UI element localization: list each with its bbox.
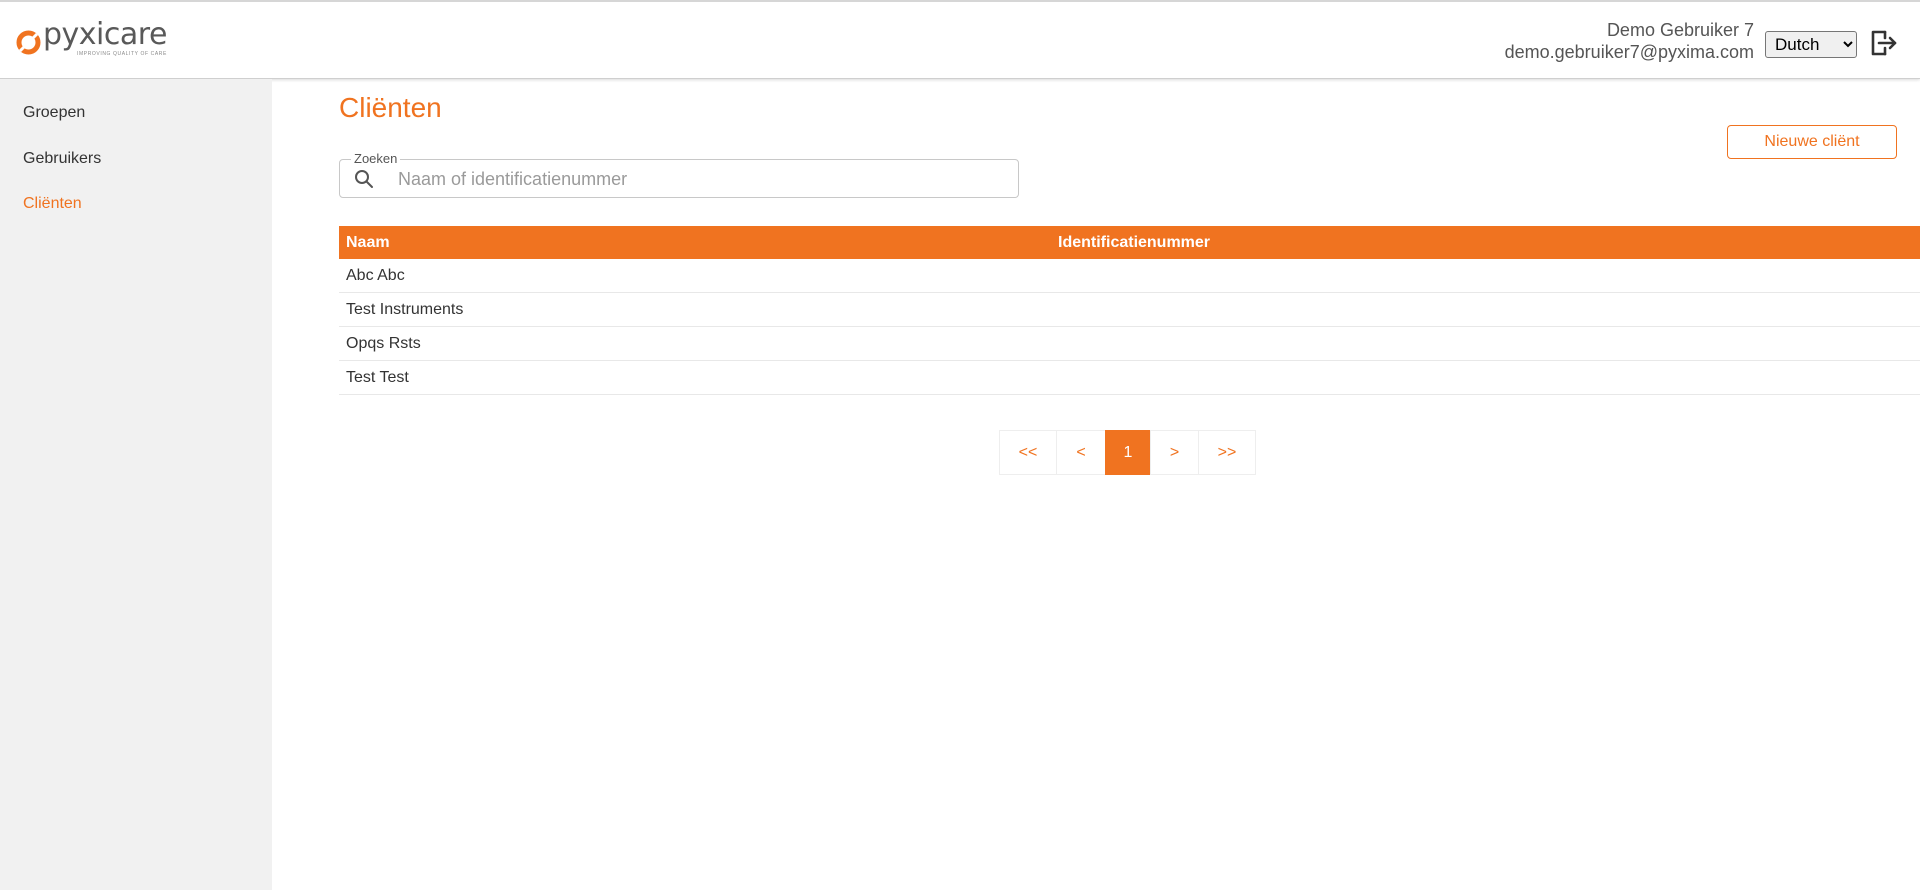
page-title: Cliënten	[339, 92, 442, 123]
sidebar: Groepen Gebruikers Cliënten	[0, 79, 272, 890]
user-name: Demo Gebruiker 7	[1606, 20, 1754, 40]
language-select[interactable]: Dutch	[1765, 31, 1857, 58]
search-icon	[354, 169, 374, 189]
table-row[interactable]: Opqs Rsts	[339, 327, 1920, 361]
cell-naam: Test Instruments	[346, 301, 464, 318]
sidebar-item-gebruikers[interactable]: Gebruikers	[23, 150, 101, 168]
logout-icon[interactable]	[1870, 29, 1898, 57]
logo-text: pyxicare	[43, 17, 167, 52]
pagination-next-button[interactable]: >	[1150, 430, 1199, 475]
logo-mark-icon	[16, 30, 41, 55]
table-row[interactable]: Test Instruments	[339, 293, 1920, 327]
table-row[interactable]: Abc Abc	[339, 259, 1920, 293]
cell-naam: Opqs Rsts	[346, 335, 421, 352]
pyxicare-logo[interactable]: pyxicare IMPROVING QUALITY OF CARE	[16, 20, 167, 60]
logo-tagline: IMPROVING QUALITY OF CARE	[77, 51, 167, 57]
table-header: Naam Identificatienummer	[339, 226, 1920, 259]
pagination-prev-button[interactable]: <	[1056, 430, 1106, 475]
column-header-naam[interactable]: Naam	[346, 234, 390, 252]
pagination-first-button[interactable]: <<	[999, 430, 1057, 475]
new-client-button[interactable]: Nieuwe cliënt	[1727, 125, 1897, 159]
column-header-identificatienummer[interactable]: Identificatienummer	[1058, 234, 1210, 252]
pagination-page-1[interactable]: 1	[1105, 430, 1151, 475]
search-input[interactable]	[398, 166, 998, 192]
sidebar-item-clienten[interactable]: Cliënten	[23, 195, 82, 213]
app-header: pyxicare IMPROVING QUALITY OF CARE Demo …	[0, 0, 1920, 79]
table-row[interactable]: Test Test	[339, 361, 1920, 395]
pagination: << < 1 > >>	[999, 430, 1256, 475]
search-legend: Zoeken	[351, 151, 401, 166]
pagination-last-button[interactable]: >>	[1198, 430, 1256, 475]
clients-table: Naam Identificatienummer Abc Abc Test In…	[339, 226, 1920, 395]
cell-naam: Test Test	[346, 369, 409, 386]
user-info: Demo Gebruiker 7 demo.gebruiker7@pyxima.…	[1505, 19, 1754, 63]
search-field: Zoeken	[339, 151, 1019, 198]
cell-naam: Abc Abc	[346, 267, 405, 284]
sidebar-item-groepen[interactable]: Groepen	[23, 104, 85, 122]
user-email: demo.gebruiker7@pyxima.com	[1504, 42, 1754, 62]
